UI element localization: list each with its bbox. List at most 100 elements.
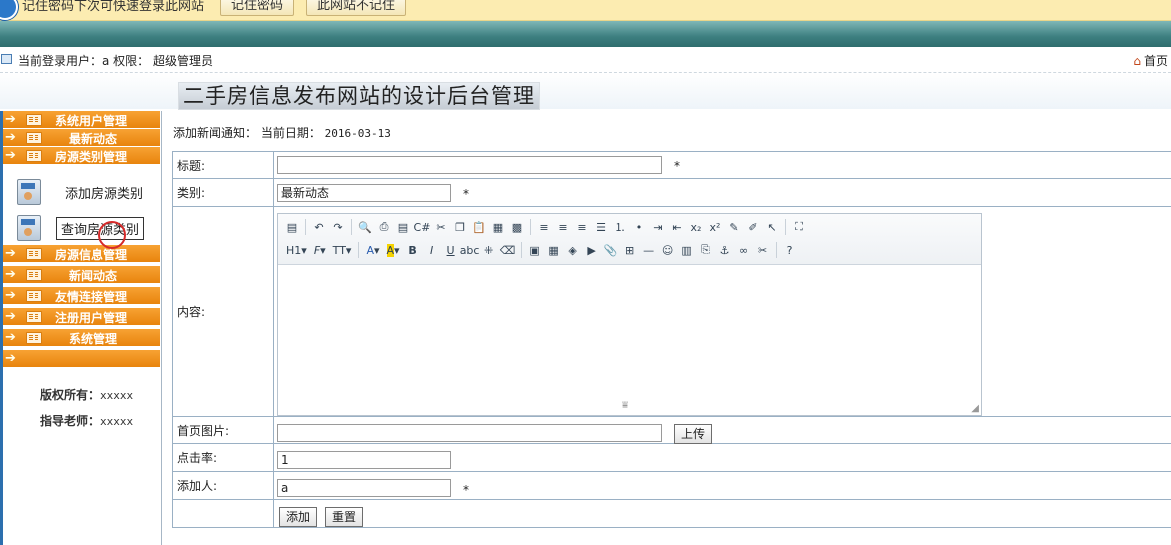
arrow-icon: ➔	[5, 288, 16, 303]
page-break-icon[interactable]: ⎘	[698, 242, 714, 258]
code-icon[interactable]: C#	[414, 219, 431, 235]
align-right-icon[interactable]: ≡	[574, 219, 590, 235]
emoticon-icon[interactable]: ☺	[660, 242, 676, 258]
media-icon[interactable]: ▶	[584, 242, 600, 258]
current-user-text: 当前登录用户：a 权限： 超级管理员	[18, 54, 213, 68]
sidebar-item-links[interactable]: ➔ 友情连接管理	[3, 287, 160, 305]
image-input[interactable]	[277, 424, 662, 442]
arrow-icon: ➔	[5, 130, 16, 145]
underline-label: U	[446, 243, 455, 257]
print-icon[interactable]: ⎙	[376, 219, 392, 235]
editor-content-area[interactable]	[278, 265, 981, 403]
align-center-icon[interactable]: ≡	[555, 219, 571, 235]
anchor-icon[interactable]: ⚓	[717, 242, 733, 258]
copyright: 版权所有：xxxxx	[40, 386, 133, 403]
font-family-menu[interactable]: F ▾	[312, 242, 328, 258]
never-remember-button[interactable]: 此网站不记住	[306, 0, 407, 16]
sidebar-item-label: 注册用户管理	[55, 311, 128, 325]
submit-button[interactable]: 添加	[279, 507, 318, 527]
copy-icon[interactable]: ❐	[452, 219, 468, 235]
fullscreen-icon[interactable]: ⛶	[791, 219, 807, 235]
sidebar-item-latest-news[interactable]: ➔ 最新动态	[3, 129, 160, 147]
arrow-icon: ➔	[5, 267, 16, 282]
title-input[interactable]	[277, 156, 662, 174]
sidebar-item-news[interactable]: ➔ 新闻动态	[3, 266, 160, 284]
rich-text-editor: ▤ ↶ ↷ 🔍 ⎙ ▤ C# ✂ ❐ 📋 ▦ ▩ ≡ ≡ ≡ ☰ ⒈ • ⇥ ⇤…	[277, 213, 982, 416]
paste-word-icon[interactable]: ▩	[509, 219, 525, 235]
image-label: 首页图片:	[172, 416, 274, 444]
template-icon[interactable]: ▤	[395, 219, 411, 235]
resize-grip-icon[interactable]: ⩸	[622, 400, 628, 411]
sidebar-item-listing-category[interactable]: ➔ 房源类别管理	[3, 147, 160, 165]
sidebar-item-registered-users[interactable]: ➔ 注册用户管理	[3, 308, 160, 326]
font-color-label: A	[366, 243, 374, 257]
clicks-input[interactable]: 1	[277, 451, 451, 469]
preview-icon[interactable]: 🔍	[357, 219, 373, 235]
highlight-color-label: A	[386, 243, 395, 257]
resize-corner-icon[interactable]: ◢	[971, 403, 979, 414]
strikethrough-icon[interactable]: abc	[460, 242, 480, 258]
align-left-icon[interactable]: ≡	[536, 219, 552, 235]
flash-icon[interactable]: ◈	[565, 242, 581, 258]
home-link[interactable]: ⌂ 首页	[1133, 52, 1168, 69]
redo-icon[interactable]: ↷	[330, 219, 346, 235]
select-all-icon[interactable]: ↖	[764, 219, 780, 235]
required-mark: *	[463, 483, 469, 497]
heading-menu[interactable]: H1 ▾	[284, 242, 309, 258]
indent-icon[interactable]: ⇥	[650, 219, 666, 235]
book-icon	[26, 269, 42, 281]
image-icon[interactable]: ▣	[527, 242, 543, 258]
unlink-icon[interactable]: ✂	[755, 242, 771, 258]
adder-input[interactable]: a	[277, 479, 451, 497]
sidebar-item-label: 系统管理	[69, 332, 118, 346]
table-icon[interactable]: ⊞	[622, 242, 638, 258]
upload-button[interactable]: 上传	[674, 424, 713, 444]
sidebar-subitem-add-category[interactable]: 添加房源类别	[3, 173, 160, 209]
book-icon	[26, 150, 42, 162]
multi-image-icon[interactable]: ▦	[546, 242, 562, 258]
paste-text-icon[interactable]: ▦	[490, 219, 506, 235]
font-size-menu[interactable]: TT ▾	[331, 242, 354, 258]
attachment-icon[interactable]: 📎	[603, 242, 619, 258]
sidebar-item-system[interactable]: ➔ 系统管理	[3, 329, 160, 347]
header-banner	[0, 21, 1171, 47]
underline-button[interactable]: U	[443, 242, 459, 258]
font-family-menu-label: F	[313, 243, 321, 257]
horizontal-rule-icon[interactable]: —	[641, 242, 657, 258]
eraser-icon[interactable]: ⌫	[500, 242, 516, 258]
bold-label: B	[408, 243, 417, 257]
highlight-color-button[interactable]: A ▾	[385, 242, 402, 258]
italic-button[interactable]: I	[424, 242, 440, 258]
format-icon[interactable]: ✐	[745, 219, 761, 235]
superscript-icon[interactable]: x²	[707, 219, 723, 235]
remember-password-button[interactable]: 记住密码	[220, 0, 295, 16]
breadcrumb: 添加新闻通知： 当前日期： 2016-03-13	[173, 124, 391, 141]
paste-icon[interactable]: 📋	[471, 219, 487, 235]
help-icon[interactable]: ?	[782, 242, 798, 258]
undo-icon[interactable]: ↶	[311, 219, 327, 235]
ordered-list-icon[interactable]: ⒈	[612, 219, 628, 235]
sidebar-subitem-query-category[interactable]: 查询房源类别	[3, 209, 160, 245]
sidebar-item-system-users[interactable]: ➔ 系统用户管理	[3, 111, 160, 129]
subscript-icon[interactable]: x₂	[688, 219, 704, 235]
link-icon[interactable]: ∞	[736, 242, 752, 258]
clicks-label: 点击率:	[172, 443, 274, 472]
font-color-button[interactable]: A ▾	[364, 242, 381, 258]
page-title: 二手房信息发布网站的设计后台管理	[178, 82, 540, 110]
copyright-value: xxxxx	[100, 389, 134, 402]
line-height-icon[interactable]: ⁜	[481, 242, 497, 258]
source-icon[interactable]: ▤	[284, 219, 300, 235]
category-select[interactable]: 最新动态	[277, 184, 451, 202]
sidebar-item-label: 房源类别管理	[55, 150, 128, 164]
reset-button[interactable]: 重置	[325, 507, 364, 527]
cut-icon[interactable]: ✂	[433, 219, 449, 235]
unordered-list-icon[interactable]: •	[631, 219, 647, 235]
sidebar: ➔ 系统用户管理 ➔ 最新动态 ➔ 房源类别管理 添加房源类别 查询房源类别 ➔…	[0, 111, 162, 545]
justify-icon[interactable]: ☰	[593, 219, 609, 235]
outdent-icon[interactable]: ⇤	[669, 219, 685, 235]
sidebar-item-listing-info[interactable]: ➔ 房源信息管理	[3, 245, 160, 263]
bold-button[interactable]: B	[405, 242, 421, 258]
clear-format-icon[interactable]: ✎	[726, 219, 742, 235]
map-icon[interactable]: ▥	[679, 242, 695, 258]
form-icon	[17, 215, 41, 241]
